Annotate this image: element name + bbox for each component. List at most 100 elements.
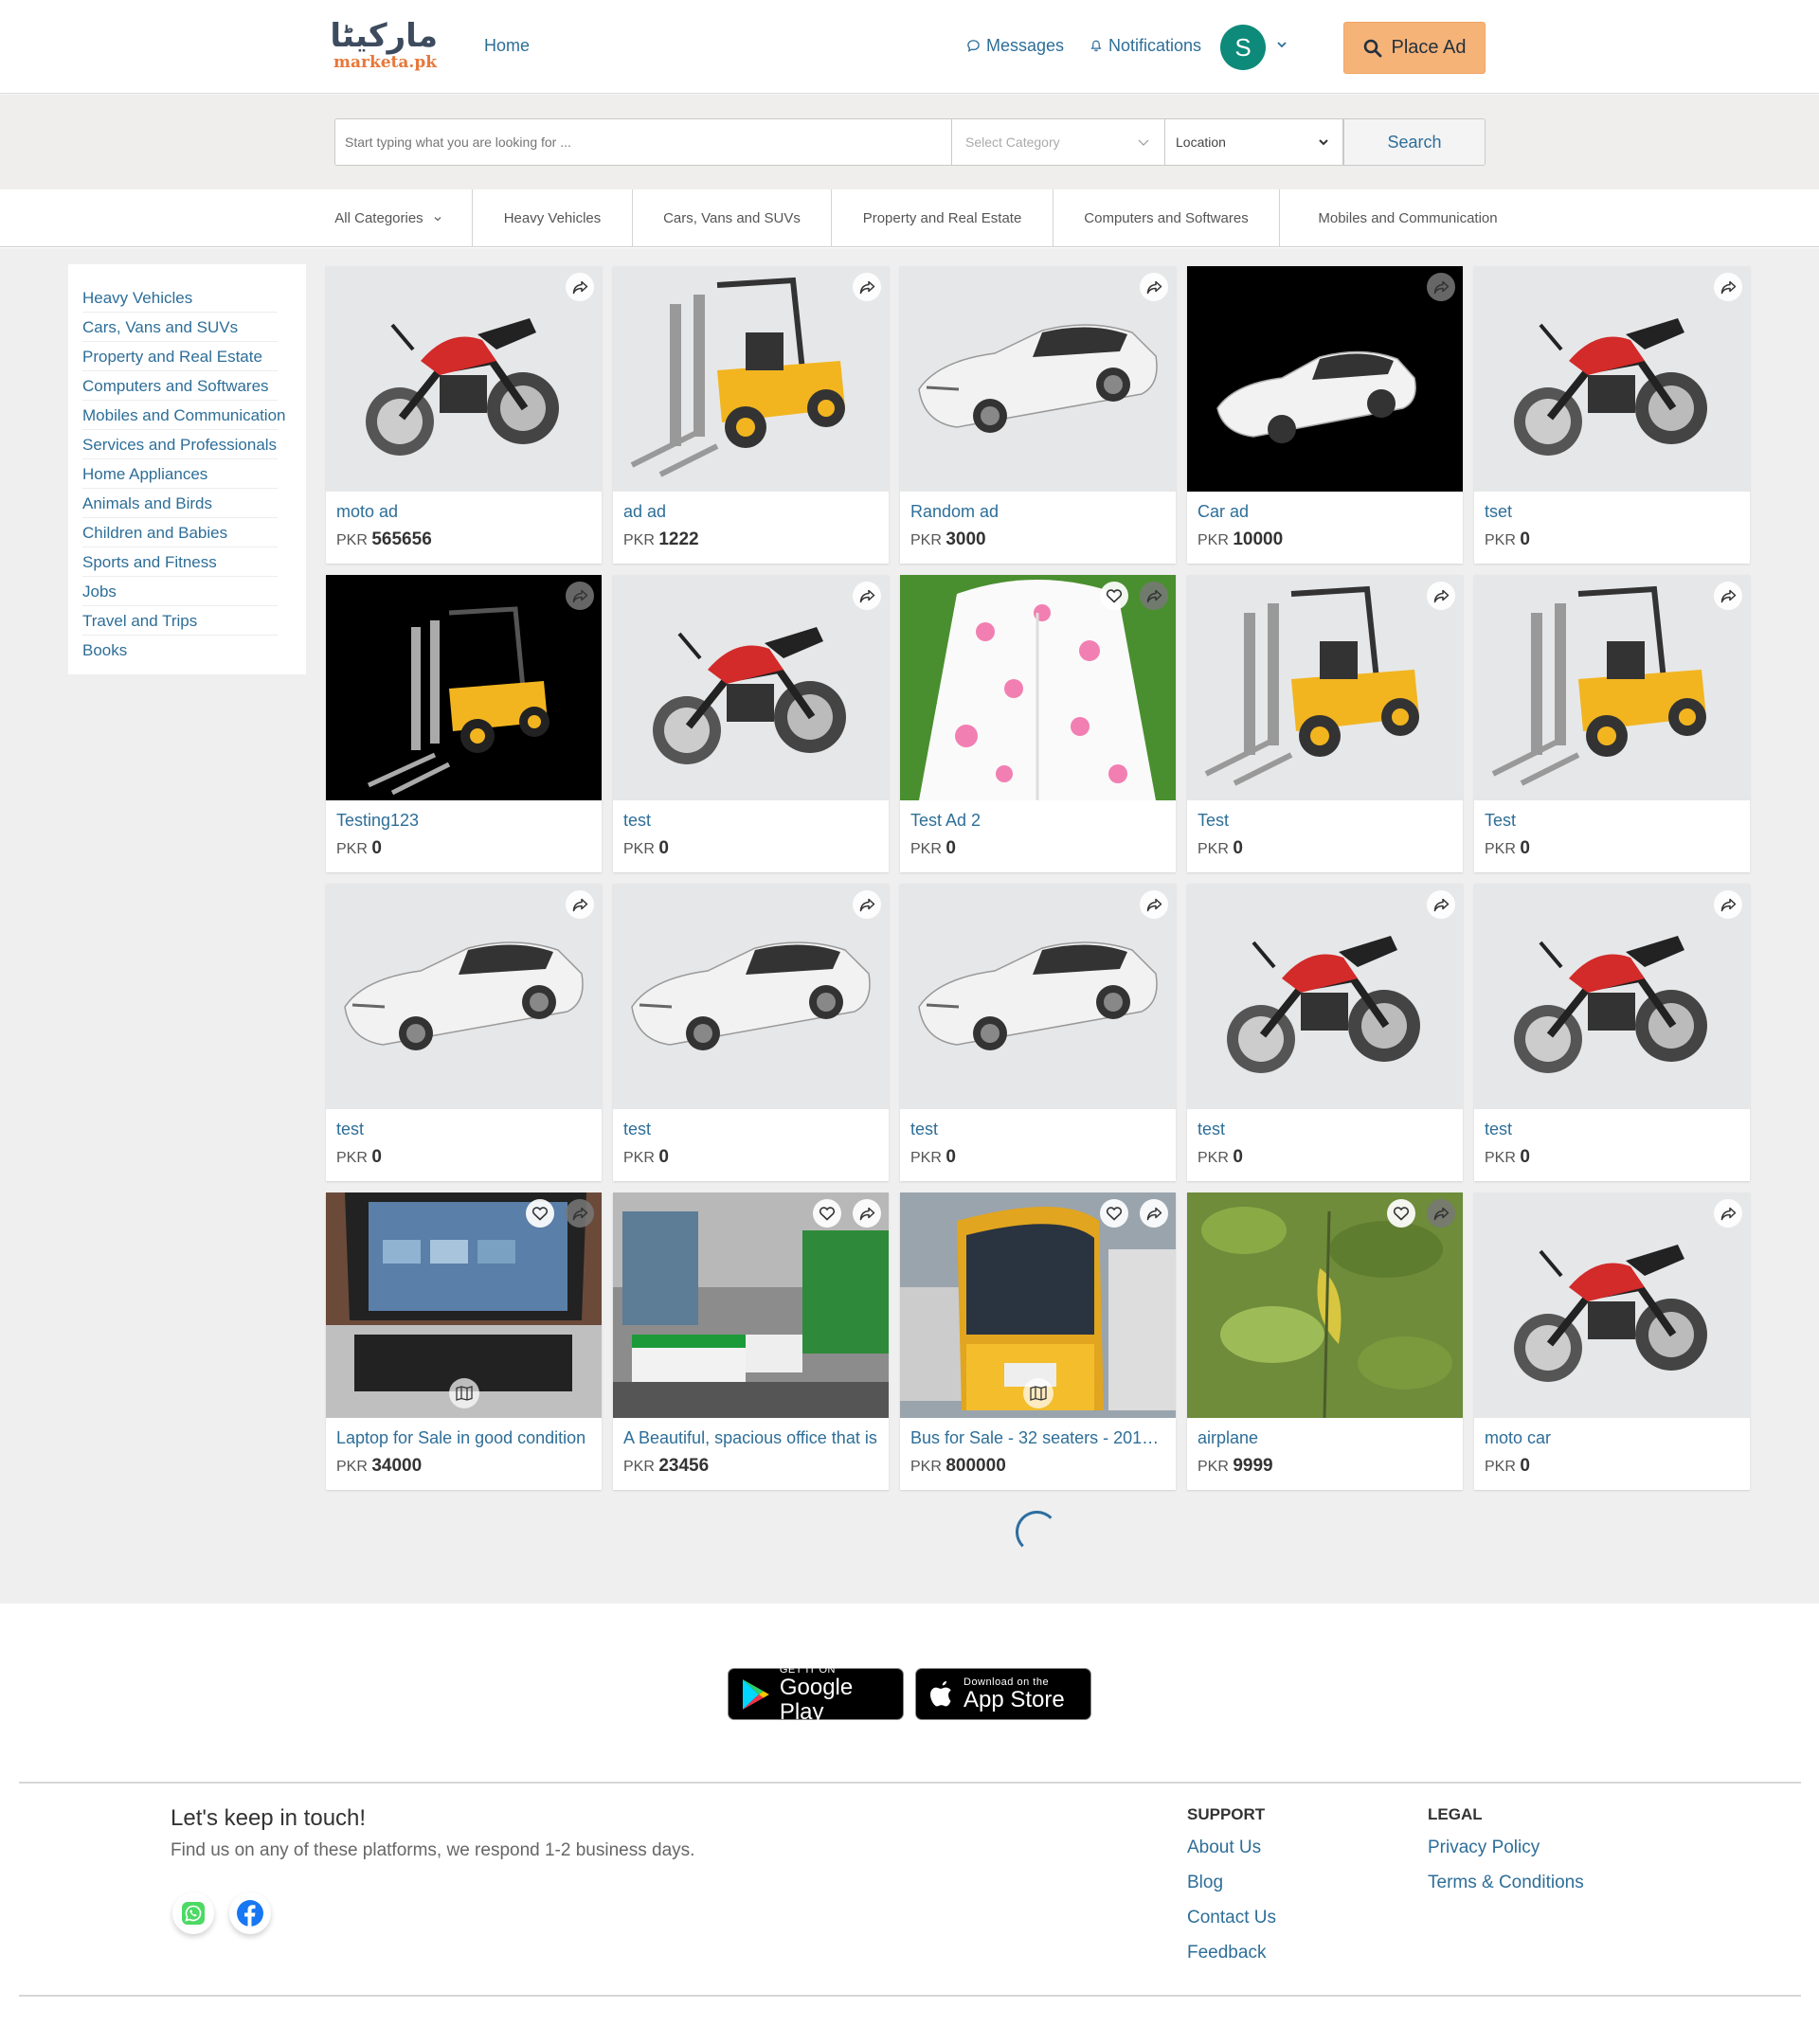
sidebar-item[interactable]: Books bbox=[82, 636, 278, 665]
search-button[interactable]: Search bbox=[1343, 118, 1486, 166]
share-button[interactable] bbox=[1140, 273, 1168, 301]
listing-title[interactable]: test bbox=[910, 1120, 1166, 1139]
share-button[interactable] bbox=[566, 890, 594, 919]
virtual-tour-badge[interactable] bbox=[1023, 1378, 1054, 1408]
listing-card[interactable]: moto car PKR 0 bbox=[1474, 1192, 1750, 1490]
listing-card[interactable]: A Beautiful, spacious office that is PKR … bbox=[613, 1192, 889, 1490]
listing-image[interactable] bbox=[613, 884, 889, 1109]
share-button[interactable] bbox=[1427, 1199, 1455, 1228]
listing-title[interactable]: Testing123 bbox=[336, 811, 592, 831]
sidebar-item[interactable]: Services and Professionals bbox=[82, 430, 278, 459]
nav-home-link[interactable]: Home bbox=[484, 36, 530, 56]
listing-title[interactable]: moto car bbox=[1485, 1428, 1740, 1448]
share-button[interactable] bbox=[1140, 890, 1168, 919]
google-play-badge[interactable]: GET IT ON Google Play bbox=[728, 1664, 904, 1724]
listing-card[interactable]: test PKR 0 bbox=[900, 884, 1176, 1181]
category-bar-item[interactable]: Heavy Vehicles bbox=[473, 189, 633, 247]
listing-title[interactable]: test bbox=[1485, 1120, 1740, 1139]
sidebar-item[interactable]: Property and Real Estate bbox=[82, 342, 278, 371]
sidebar-item[interactable]: Jobs bbox=[82, 577, 278, 606]
listing-title[interactable]: Random ad bbox=[910, 502, 1166, 522]
nav-notifications-link[interactable]: Notifications bbox=[1090, 36, 1201, 56]
listing-title[interactable]: ad ad bbox=[623, 502, 879, 522]
place-ad-button[interactable]: Place Ad bbox=[1343, 22, 1486, 74]
listing-card[interactable]: Laptop for Sale in good condition PKR 340… bbox=[326, 1192, 602, 1490]
listing-image[interactable] bbox=[613, 266, 889, 492]
listing-title[interactable]: moto ad bbox=[336, 502, 592, 522]
listing-title[interactable]: Test bbox=[1485, 811, 1740, 831]
whatsapp-button[interactable] bbox=[172, 1892, 214, 1934]
share-button[interactable] bbox=[853, 273, 881, 301]
listing-title[interactable]: test bbox=[623, 811, 879, 831]
listing-card[interactable]: test PKR 0 bbox=[613, 575, 889, 872]
listing-card[interactable]: test PKR 0 bbox=[1187, 884, 1463, 1181]
listing-image[interactable] bbox=[900, 575, 1176, 800]
share-button[interactable] bbox=[1427, 273, 1455, 301]
listing-image[interactable] bbox=[326, 884, 602, 1109]
search-input[interactable] bbox=[334, 118, 952, 166]
share-button[interactable] bbox=[1714, 1199, 1742, 1228]
share-button[interactable] bbox=[1427, 582, 1455, 610]
virtual-tour-badge[interactable] bbox=[449, 1378, 479, 1408]
listing-title[interactable]: Test Ad 2 bbox=[910, 811, 1166, 831]
listing-image[interactable] bbox=[613, 575, 889, 800]
facebook-button[interactable] bbox=[229, 1892, 271, 1934]
listing-image[interactable] bbox=[1474, 884, 1750, 1109]
listing-card[interactable]: ad ad PKR 1222 bbox=[613, 266, 889, 564]
listing-image[interactable] bbox=[1187, 1192, 1463, 1418]
listing-title[interactable]: test bbox=[1198, 1120, 1453, 1139]
footer-link-blog[interactable]: Blog bbox=[1187, 1873, 1223, 1893]
share-button[interactable] bbox=[566, 1199, 594, 1228]
listing-image[interactable] bbox=[1187, 884, 1463, 1109]
category-select[interactable]: Select Category bbox=[952, 118, 1165, 166]
sidebar-item[interactable]: Computers and Softwares bbox=[82, 371, 278, 401]
footer-link-feedback[interactable]: Feedback bbox=[1187, 1943, 1266, 1963]
category-bar-item[interactable]: Mobiles and Communication bbox=[1280, 189, 1536, 247]
sidebar-item[interactable]: Cars, Vans and SUVs bbox=[82, 313, 278, 342]
listing-image[interactable] bbox=[613, 1192, 889, 1418]
listing-card[interactable]: moto ad PKR 565656 bbox=[326, 266, 602, 564]
listing-card[interactable]: airplane PKR 9999 bbox=[1187, 1192, 1463, 1490]
chevron-down-icon[interactable] bbox=[1275, 38, 1288, 51]
favorite-button[interactable] bbox=[1387, 1199, 1415, 1228]
favorite-button[interactable] bbox=[526, 1199, 554, 1228]
listing-image[interactable] bbox=[1474, 1192, 1750, 1418]
footer-link-about[interactable]: About Us bbox=[1187, 1838, 1261, 1858]
category-bar-item[interactable]: Property and Real Estate bbox=[832, 189, 1054, 247]
share-button[interactable] bbox=[1140, 582, 1168, 610]
share-button[interactable] bbox=[853, 582, 881, 610]
category-bar-item[interactable]: Computers and Softwares bbox=[1054, 189, 1280, 247]
listing-title[interactable]: test bbox=[623, 1120, 879, 1139]
listing-card[interactable]: Bus for Sale - 32 seaters - 2015 model PK… bbox=[900, 1192, 1176, 1490]
nav-messages-link[interactable]: Messages bbox=[966, 36, 1064, 56]
share-button[interactable] bbox=[566, 273, 594, 301]
location-select[interactable]: Location bbox=[1165, 118, 1343, 166]
footer-link-terms[interactable]: Terms & Conditions bbox=[1428, 1873, 1584, 1893]
listing-card[interactable]: test PKR 0 bbox=[1474, 884, 1750, 1181]
listing-title[interactable]: Test bbox=[1198, 811, 1453, 831]
app-store-badge[interactable]: Download on the App Store bbox=[915, 1668, 1091, 1720]
sidebar-item[interactable]: Home Appliances bbox=[82, 459, 278, 489]
share-button[interactable] bbox=[1714, 582, 1742, 610]
sidebar-item[interactable]: Travel and Trips bbox=[82, 606, 278, 636]
sidebar-item[interactable]: Mobiles and Communication bbox=[82, 401, 286, 430]
listing-image[interactable] bbox=[1474, 266, 1750, 492]
listing-title[interactable]: test bbox=[336, 1120, 592, 1139]
sidebar-item[interactable]: Sports and Fitness bbox=[82, 547, 278, 577]
listing-image[interactable] bbox=[326, 266, 602, 492]
footer-link-contact[interactable]: Contact Us bbox=[1187, 1908, 1276, 1928]
listing-image[interactable] bbox=[900, 884, 1176, 1109]
share-button[interactable] bbox=[853, 890, 881, 919]
sidebar-item[interactable]: Children and Babies bbox=[82, 518, 278, 547]
footer-link-privacy[interactable]: Privacy Policy bbox=[1428, 1838, 1540, 1858]
listing-image[interactable] bbox=[1187, 266, 1463, 492]
category-bar-item[interactable]: Cars, Vans and SUVs bbox=[633, 189, 832, 247]
listing-card[interactable]: Test PKR 0 bbox=[1187, 575, 1463, 872]
share-button[interactable] bbox=[1714, 890, 1742, 919]
listing-card[interactable]: Test Ad 2 PKR 0 bbox=[900, 575, 1176, 872]
listing-title[interactable]: Car ad bbox=[1198, 502, 1453, 522]
sidebar-item[interactable]: Heavy Vehicles bbox=[82, 283, 278, 313]
listing-image[interactable] bbox=[900, 266, 1176, 492]
listing-card[interactable]: test PKR 0 bbox=[326, 884, 602, 1181]
listing-title[interactable]: Laptop for Sale in good condition bbox=[336, 1428, 592, 1448]
